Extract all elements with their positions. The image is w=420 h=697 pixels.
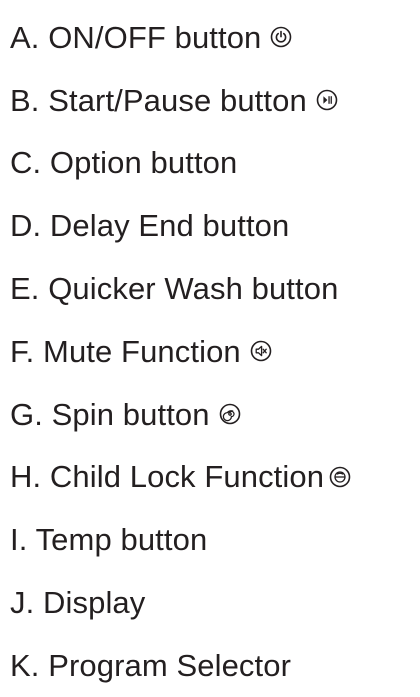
legend-label-child-lock: H. Child Lock Function (10, 459, 325, 495)
legend-label-delay-end: D. Delay End button (10, 208, 290, 244)
mute-icon (249, 339, 273, 363)
legend-item-temp: I. Temp button (10, 508, 352, 571)
legend-label-start-pause: B. Start/Pause button (10, 82, 307, 118)
legend-label-program-selector: K. Program Selector (10, 647, 292, 683)
legend-label-spin: G. Spin button (10, 396, 210, 432)
power-icon (269, 25, 293, 49)
legend-label-temp: I. Temp button (10, 522, 208, 558)
legend-label-display: J. Display (10, 585, 146, 621)
control-panel-legend: A. ON/OFF button B. Start/Pause button C… (10, 6, 352, 697)
legend-item-display: J. Display (10, 571, 352, 634)
legend-item-delay-end: D. Delay End button (10, 194, 352, 257)
legend-label-quicker-wash: E. Quicker Wash button (10, 271, 339, 307)
legend-item-spin: G. Spin button (10, 383, 352, 446)
legend-label-on-off: A. ON/OFF button (10, 19, 262, 55)
legend-item-on-off: A. ON/OFF button (10, 6, 352, 69)
legend-item-child-lock: H. Child Lock Function (10, 446, 352, 509)
play-pause-icon (315, 88, 339, 112)
legend-item-program-selector: K. Program Selector (10, 634, 352, 697)
legend-label-mute: F. Mute Function (10, 333, 241, 369)
legend-item-option: C. Option button (10, 132, 352, 195)
spin-icon (218, 402, 242, 426)
child-lock-icon (328, 465, 352, 489)
legend-item-mute: F. Mute Function (10, 320, 352, 383)
legend-item-quicker-wash: E. Quicker Wash button (10, 257, 352, 320)
legend-item-start-pause: B. Start/Pause button (10, 69, 352, 132)
legend-label-option: C. Option button (10, 145, 238, 181)
